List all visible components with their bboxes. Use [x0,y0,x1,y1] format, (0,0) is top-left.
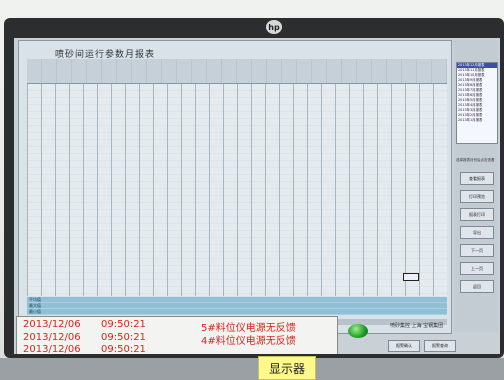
table-row [27,176,447,182]
table-row [27,137,447,143]
table-row [27,183,447,189]
alarm-row: 2013/12/06 09:50:21 4#料位仪电源无反馈 [21,331,331,347]
monitor-stand-area [0,358,504,380]
table-row [27,216,447,222]
table-row [27,196,447,202]
table-row [27,242,447,248]
side-button[interactable]: 下一页 [460,244,494,257]
side-button[interactable]: 导出 [460,226,494,239]
table-header [27,59,447,84]
table-row [27,275,447,281]
side-button[interactable]: 报表打印 [460,208,494,221]
table-row [27,117,447,123]
table-row [27,249,447,255]
alarm-ack-button[interactable]: 报警确认 [388,340,420,352]
data-table [27,84,447,296]
monitor-label-sticker: 显示器 [258,356,316,380]
alarm-panel: 2013/12/06 09:50:21 5#料位仪电源无反馈 2013/12/06 09… [16,316,338,354]
summary-rows: 平均值 最大值 最小值 [27,297,447,315]
table-row [27,262,447,268]
table-row [27,229,447,235]
table-row [27,170,447,176]
table-row [27,236,447,242]
table-row [27,143,447,149]
table-row [27,124,447,130]
table-row [27,209,447,215]
alarm-time: 09:50:21 [101,344,146,354]
table-row [27,130,447,136]
table-row [27,163,447,169]
table-row [27,157,447,163]
alarm-date: 2013/12/06 [23,344,81,354]
monitor-screen: 喷砂间运行参数月报表 平均值 最大值 最小值 2013年12月报表 2013年11月报… [14,38,500,354]
status-light-icon [348,324,368,338]
alarm-row: 2013/12/06 09:50:21 5#料位仪电源无反馈 [21,319,331,334]
report-window: 喷砂间运行参数月报表 平均值 最大值 最小值 [18,40,452,334]
alarm-time: 09:50:21 [101,331,146,343]
side-panel: 2013年12月报表 2013年11月报表 2013年10月报表 2013年9月报表 2… [454,40,498,332]
side-button[interactable]: 上一页 [460,262,494,275]
alarm-date: 2013/12/06 [23,319,81,330]
table-row [27,104,447,110]
side-button[interactable]: 查看报表 [460,172,494,185]
month-list[interactable]: 2013年12月报表 2013年11月报表 2013年10月报表 2013年9月报表 2… [456,62,498,144]
table-row [27,223,447,229]
side-hint: 选择报表月份后点击查看 [456,158,495,162]
alarm-time: 09:50:21 [101,319,146,330]
hp-logo-icon: hp [266,20,282,34]
cell-cursor[interactable] [403,273,419,281]
alarm-query-button[interactable]: 报警查询 [424,340,456,352]
table-row [27,282,447,288]
side-button[interactable]: 打印预览 [460,190,494,203]
table-row [27,97,447,103]
table-row [27,203,447,209]
table-row [27,190,447,196]
table-row [27,84,447,90]
table-row [27,269,447,275]
summary-row-label: 最小值 [29,309,41,314]
table-row [27,91,447,97]
table-row [27,289,447,295]
table-row [27,110,447,116]
status-text: 喷砂集控 上海 宝钢集团 [390,323,444,329]
alarm-date: 2013/12/06 [23,331,81,343]
month-list-item[interactable]: 2013年1月报表 [457,118,497,123]
alarm-row: 2013/12/06 09:50:21 [21,344,331,354]
table-row [27,150,447,156]
side-button[interactable]: 返回 [460,280,494,293]
table-row [27,256,447,262]
